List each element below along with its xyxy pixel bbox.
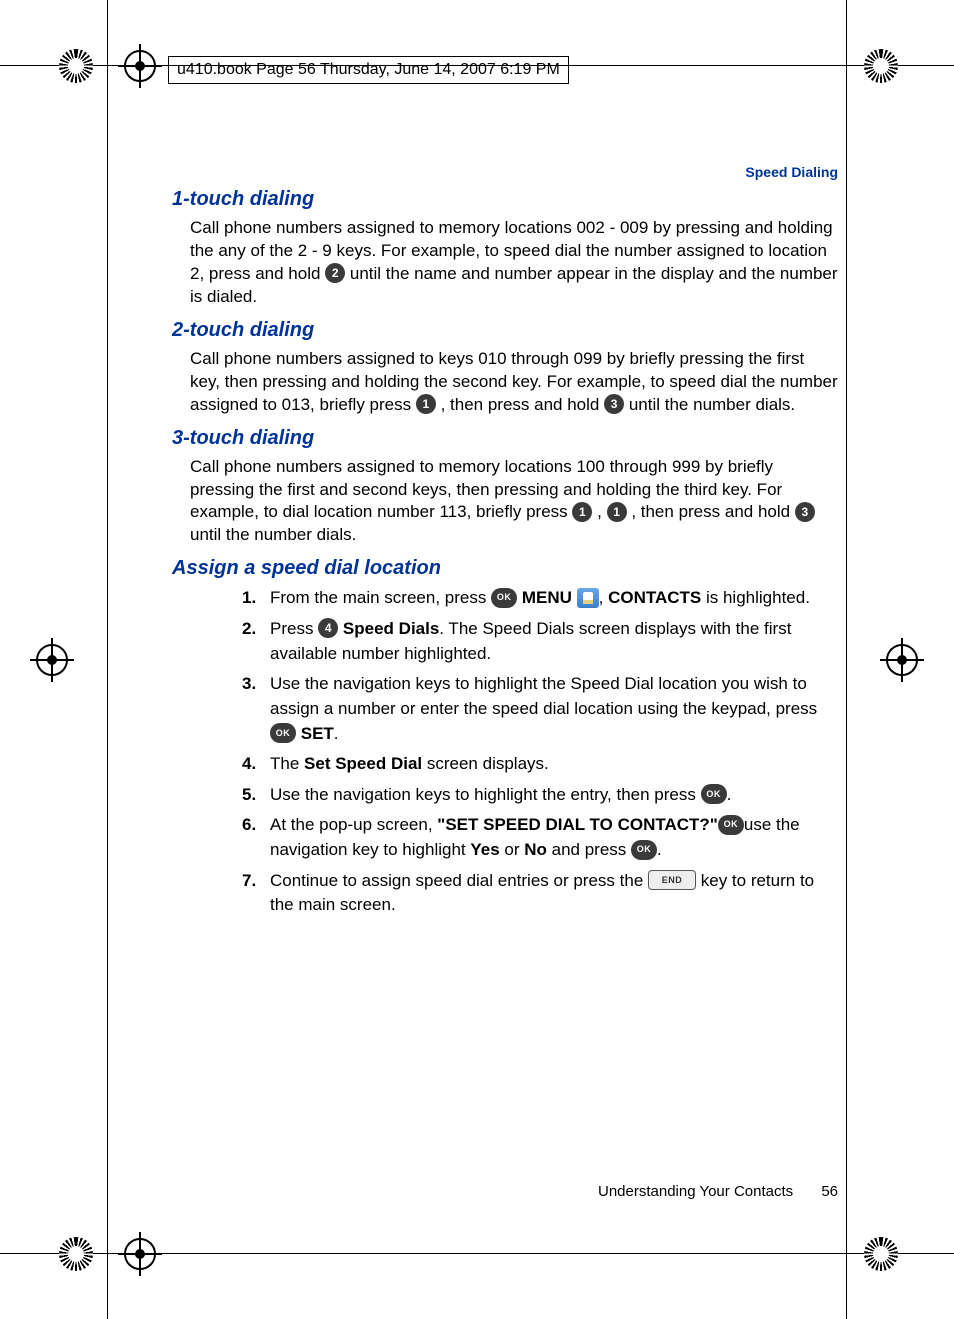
text: until the number dials. (190, 525, 356, 544)
page-number: 56 (821, 1183, 838, 1200)
crop-mark-br (850, 1223, 910, 1283)
key-1-icon: 1 (416, 394, 436, 414)
key-3-icon: 3 (604, 394, 624, 414)
step-row: 5.Use the navigation keys to highlight t… (242, 783, 838, 808)
page-footer: Understanding Your Contacts 56 (598, 1183, 838, 1200)
crop-mark-tr (850, 35, 910, 95)
key-3b-icon: 3 (795, 502, 815, 522)
end-key-icon: END (648, 870, 696, 890)
step-row: 2.Press 4 Speed Dials. The Speed Dials s… (242, 617, 838, 666)
step-row: 1.From the main screen, press OK MENU , … (242, 586, 838, 611)
contacts-icon (577, 588, 599, 608)
crop-line-right (846, 0, 847, 1319)
key-2-icon: 2 (325, 263, 345, 283)
text: until the number dials. (629, 395, 795, 414)
ok-key-icon: OK (718, 815, 744, 835)
section-label: Speed Dialing (112, 164, 838, 180)
step-row: 3.Use the navigation keys to highlight t… (242, 672, 838, 746)
step-number: 1. (242, 586, 270, 611)
step-number: 3. (242, 672, 270, 746)
step-row: 7.Continue to assign speed dial entries … (242, 869, 838, 918)
step-text: Press 4 Speed Dials. The Speed Dials scr… (270, 617, 838, 666)
reg-mark-left (30, 638, 74, 682)
heading-2touch: 2-touch dialing (172, 319, 842, 342)
step-number: 7. (242, 869, 270, 918)
step-text: Use the navigation keys to highlight the… (270, 672, 838, 746)
reg-mark-bottom (118, 1232, 162, 1276)
step-number: 2. (242, 617, 270, 666)
key-1a-icon: 1 (572, 502, 592, 522)
steps-list: 1.From the main screen, press OK MENU , … (242, 586, 838, 918)
heading-assign: Assign a speed dial location (172, 557, 842, 580)
ok-key-icon: OK (631, 840, 657, 860)
reg-mark-right (880, 638, 924, 682)
text: , (597, 502, 606, 521)
ok-key-icon: OK (491, 588, 517, 608)
key-1b-icon: 1 (607, 502, 627, 522)
ok-key-icon: OK (270, 723, 296, 743)
crop-mark-tl (45, 35, 105, 95)
step-number: 6. (242, 813, 270, 862)
text: , then press and hold (441, 395, 605, 414)
footer-text: Understanding Your Contacts (598, 1183, 793, 1200)
key-4-icon: 4 (318, 618, 338, 638)
step-text: The Set Speed Dial screen displays. (270, 752, 838, 777)
page-frame: u410.book Page 56 Thursday, June 14, 200… (112, 50, 842, 1200)
step-text: Use the navigation keys to highlight the… (270, 783, 838, 808)
para-2touch: Call phone numbers assigned to keys 010 … (190, 348, 838, 417)
step-row: 4.The Set Speed Dial screen displays. (242, 752, 838, 777)
crop-mark-bl (45, 1223, 105, 1283)
crop-line-left (107, 0, 108, 1319)
para-3touch: Call phone numbers assigned to memory lo… (190, 456, 838, 548)
step-text: At the pop-up screen, "SET SPEED DIAL TO… (270, 813, 838, 862)
step-text: Continue to assign speed dial entries or… (270, 869, 838, 918)
ok-key-icon: OK (701, 784, 727, 804)
step-number: 5. (242, 783, 270, 808)
heading-1touch: 1-touch dialing (172, 188, 842, 211)
step-text: From the main screen, press OK MENU , CO… (270, 586, 838, 611)
header-text: u410.book Page 56 Thursday, June 14, 200… (177, 61, 560, 78)
header-box: u410.book Page 56 Thursday, June 14, 200… (168, 56, 569, 84)
step-row: 6.At the pop-up screen, "SET SPEED DIAL … (242, 813, 838, 862)
para-1touch: Call phone numbers assigned to memory lo… (190, 217, 838, 309)
text: , then press and hold (631, 502, 795, 521)
heading-3touch: 3-touch dialing (172, 427, 842, 450)
step-number: 4. (242, 752, 270, 777)
